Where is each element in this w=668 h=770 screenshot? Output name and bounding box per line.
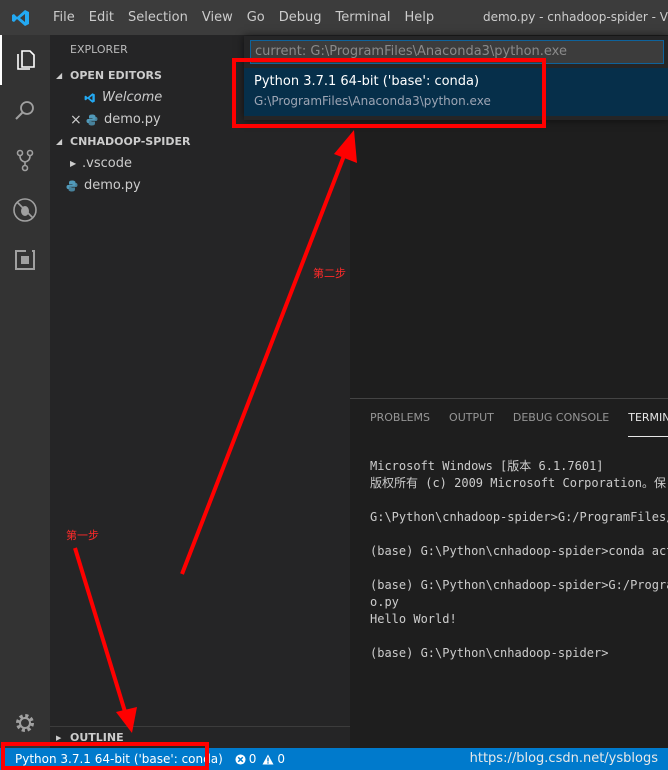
terminal-line: Hello World! [370, 612, 457, 626]
tab-problems[interactable]: PROBLEMS [370, 399, 430, 437]
bottom-panel: PROBLEMS OUTPUT DEBUG CONSOLE TERMINAL M… [350, 398, 668, 749]
step-one-label: 第一步 [66, 529, 99, 542]
tab-terminal[interactable]: TERMINAL [628, 399, 668, 437]
quick-pick-input[interactable]: current: G:\ProgramFiles\Anaconda3\pytho… [250, 40, 664, 64]
watermark: https://blog.csdn.net/ysblogs [469, 751, 658, 766]
close-icon[interactable]: × [70, 109, 86, 131]
activity-bar [0, 35, 50, 748]
explorer-icon[interactable] [0, 35, 50, 85]
extensions-icon[interactable] [0, 235, 50, 285]
python-interpreter-status[interactable]: Python 3.7.1 64-bit ('base': conda) [0, 752, 231, 766]
menu-selection[interactable]: Selection [121, 0, 195, 35]
file-label: demo.py [84, 178, 141, 193]
python-icon [86, 114, 98, 126]
interpreter-option-path: G:\ProgramFiles\Anaconda3\python.exe [254, 94, 491, 108]
menu-bar: File Edit Selection View Go Debug Termin… [46, 0, 441, 35]
search-icon[interactable] [0, 85, 50, 135]
menu-debug[interactable]: Debug [272, 0, 329, 35]
interpreter-option-label: Python 3.7.1 64-bit ('base': conda) [254, 74, 480, 89]
step-two-label: 第二步 [313, 267, 346, 280]
error-icon [235, 753, 246, 765]
folder-vscode[interactable]: ▶ .vscode [50, 153, 350, 175]
terminal-line: Microsoft Windows [版本 6.1.7601] [370, 459, 604, 473]
tab-output[interactable]: OUTPUT [449, 399, 494, 437]
vscode-logo-icon [8, 8, 34, 28]
project-folder-header[interactable]: ◢ CNHADOOP-SPIDER [50, 131, 350, 153]
interpreter-option[interactable]: Python 3.7.1 64-bit ('base': conda) G:\P… [244, 68, 668, 116]
menu-file[interactable]: File [46, 0, 82, 35]
vscode-icon [84, 93, 95, 103]
outline-header[interactable]: ▶ OUTLINE [50, 726, 356, 749]
explorer-sidebar: EXPLORER ◢ OPEN EDITORS Welcome × demo.p… [50, 35, 356, 748]
warning-count: 0 [277, 752, 286, 766]
problems-status[interactable]: 0 0 [231, 752, 285, 766]
python-icon [66, 180, 78, 192]
window-title: demo.py - cnhadoop-spider - V [482, 10, 668, 24]
open-editor-label: Welcome [102, 90, 163, 105]
menu-go[interactable]: Go [240, 0, 272, 35]
terminal-line: (base) G:\Python\cnhadoop-spider>G:/Prog… [370, 578, 668, 592]
open-editors-label: OPEN EDITORS [70, 69, 162, 82]
project-folder-label: CNHADOOP-SPIDER [70, 135, 191, 148]
terminal-line: (base) G:\Python\cnhadoop-spider>conda a… [370, 544, 668, 558]
source-control-icon[interactable] [0, 135, 50, 185]
settings-gear-icon[interactable] [0, 698, 50, 748]
file-demo-py[interactable]: demo.py [50, 175, 350, 197]
menu-help[interactable]: Help [397, 0, 441, 35]
tab-debug-console[interactable]: DEBUG CONSOLE [513, 399, 609, 437]
folder-label: .vscode [82, 156, 132, 171]
interpreter-quick-pick: current: G:\ProgramFiles\Anaconda3\pytho… [244, 36, 668, 120]
menu-view[interactable]: View [195, 0, 240, 35]
open-editor-label: demo.py [104, 112, 161, 127]
terminal-line: (base) G:\Python\cnhadoop-spider> [370, 646, 609, 660]
panel-tabs: PROBLEMS OUTPUT DEBUG CONSOLE TERMINAL [350, 399, 668, 437]
terminal-output[interactable]: Microsoft Windows [版本 6.1.7601] 版权所有 (c) … [350, 441, 668, 696]
menu-edit[interactable]: Edit [82, 0, 121, 35]
menu-terminal[interactable]: Terminal [329, 0, 398, 35]
error-count: 0 [248, 752, 257, 766]
chevron-down-icon: ◢ [56, 137, 63, 146]
chevron-down-icon: ◢ [56, 71, 63, 80]
chevron-right-icon: ▶ [70, 159, 77, 168]
outline-label: OUTLINE [70, 731, 124, 744]
debug-icon[interactable] [0, 185, 50, 235]
chevron-right-icon: ▶ [56, 734, 62, 742]
title-bar: File Edit Selection View Go Debug Termin… [0, 0, 668, 35]
warning-icon [262, 754, 274, 764]
terminal-line: 版权所有 (c) 2009 Microsoft Corporation。保 [370, 476, 666, 490]
terminal-line: o.py [370, 595, 399, 609]
terminal-line: G:\Python\cnhadoop-spider>G:/ProgramFile… [370, 510, 668, 524]
